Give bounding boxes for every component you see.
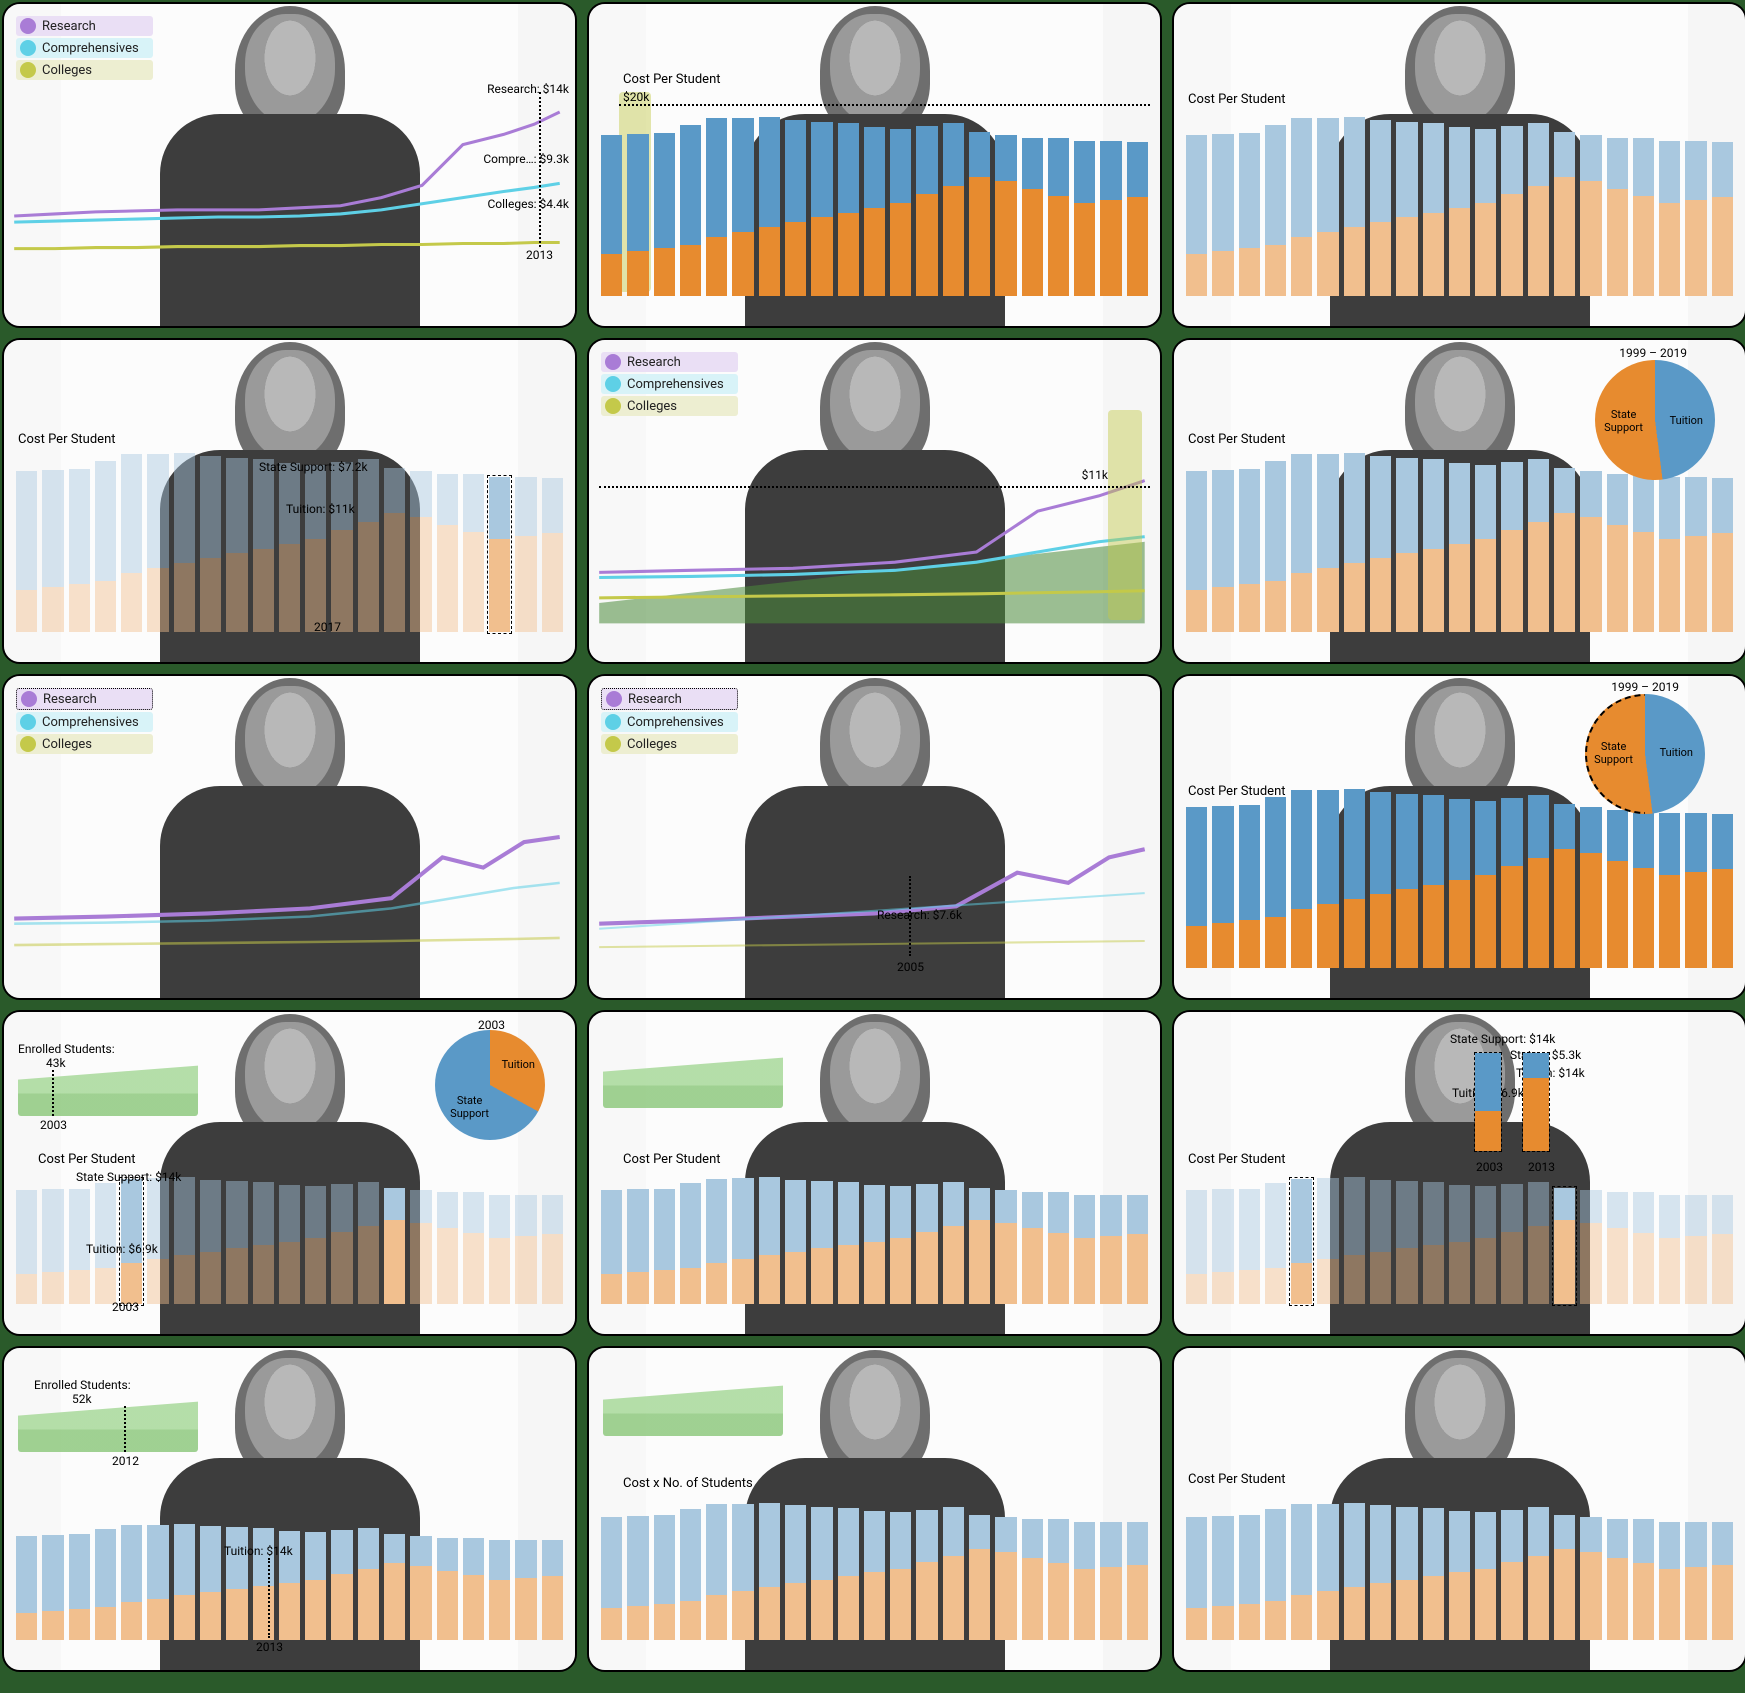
panel-12: Cost Per Student State Support: $14k Sta… [1172, 1010, 1745, 1336]
value-label: Compre…: $9.3k [483, 152, 569, 166]
stacked-bars [4, 462, 575, 632]
line-chart [589, 676, 1160, 998]
line-chart [589, 340, 1160, 662]
stacked-bars [589, 1510, 1160, 1640]
panel-11: Cost Per Student [587, 1010, 1162, 1336]
year-label: 2005 [897, 960, 924, 974]
panel-1: Research Comprehensives Colleges Researc… [2, 2, 577, 328]
value-label: Research: $14k [487, 82, 569, 96]
value-label: Tuition: $11k [286, 502, 355, 516]
panel-4: Cost Per Student State Support: $7.2k Tu… [2, 338, 577, 664]
stacked-bars [1174, 462, 1745, 632]
stacked-bars [589, 126, 1160, 296]
value-label: $11k [1082, 468, 1108, 482]
line-chart [4, 676, 575, 998]
panel-6: Cost Per Student 1999 – 2019 State Suppo… [1172, 338, 1745, 664]
panel-7: Research Comprehensives Colleges [2, 674, 577, 1000]
y-label: $20k [623, 90, 649, 104]
panel-14: Cost x No. of Students [587, 1346, 1162, 1672]
stacked-bars [1174, 1510, 1745, 1640]
year-label: 2017 [314, 620, 341, 634]
stacked-bars [1174, 1184, 1745, 1304]
panel-grid: Research Comprehensives Colleges Researc… [2, 2, 1745, 1672]
chart-title: Cost Per Student [1188, 92, 1286, 107]
panel-2: Cost Per Student $20k [587, 2, 1162, 328]
pie-title: 1999 – 2019 [1619, 346, 1687, 360]
chart-title: Cost Per Student [18, 432, 116, 447]
mini-title: Enrolled Students: [18, 1042, 115, 1056]
value-label: State Support: $7.2k [259, 460, 368, 474]
value-label: Colleges: $4.4k [487, 197, 569, 211]
stacked-bars [589, 1184, 1160, 1304]
panel-13: Enrolled Students: 52k 2012 Tuition: $14… [2, 1346, 577, 1672]
year-label: 2013 [526, 248, 553, 262]
value-label: Research: $7.6k [877, 908, 962, 922]
stacked-bars [1174, 798, 1745, 968]
stacked-bars [1174, 126, 1745, 296]
chart-title: Cost Per Student [623, 72, 721, 87]
panel-8: Research Comprehensives Colleges Researc… [587, 674, 1162, 1000]
panel-5: Research Comprehensives Colleges $11k [587, 338, 1162, 664]
panel-3: Cost Per Student [1172, 2, 1745, 328]
chart-title: Cost Per Student [1188, 432, 1286, 447]
panel-9: Cost Per Student 1999 – 2019 State Suppo… [1172, 674, 1745, 1000]
pie-chart [435, 1030, 545, 1140]
panel-15: Cost Per Student [1172, 1346, 1745, 1672]
panel-10: Enrolled Students: 43k 2003 2003 Tuition… [2, 1010, 577, 1336]
